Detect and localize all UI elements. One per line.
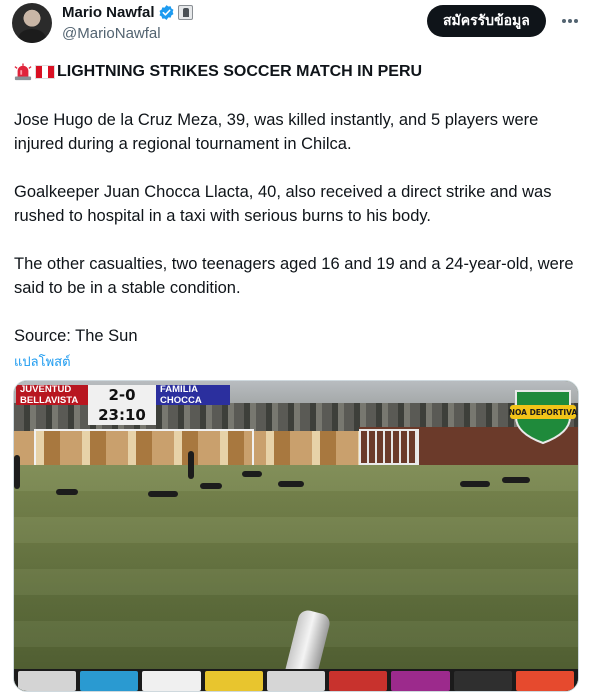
headline-text: LIGHTNING STRIKES SOCCER MATCH IN PERU	[57, 63, 423, 80]
peru-flag-emoji-icon	[35, 65, 55, 79]
verified-badge-icon	[159, 5, 173, 20]
fallen-player	[242, 471, 262, 477]
standing-player	[14, 455, 20, 489]
translate-post-link[interactable]: แปลโพสต์	[14, 351, 71, 372]
siren-emoji-icon	[14, 63, 32, 81]
video-media[interactable]: JUVENTUD BELLAVISTA 2-0 FAMILIA CHOCCA 2…	[13, 380, 579, 692]
author-handle[interactable]: @MarioNawfal	[62, 25, 161, 42]
tweet-paragraph: Goalkeeper Juan Chocca Llacta, 40, also …	[14, 183, 552, 225]
tweet-paragraph: Jose Hugo de la Cruz Meza, 39, was kille…	[14, 111, 539, 153]
tweet-paragraph: The other casualties, two teenagers aged…	[14, 255, 574, 297]
video-goal-post	[34, 429, 254, 469]
author-display-name[interactable]: Mario Nawfal	[62, 4, 155, 21]
tweet-source: Source: The Sun	[14, 327, 138, 345]
home-team-name: JUVENTUD BELLAVISTA	[16, 384, 88, 406]
away-team-name: FAMILIA CHOCCA	[156, 384, 230, 406]
match-score: 2-0	[88, 385, 156, 405]
avatar[interactable]	[12, 3, 52, 43]
fallen-player	[148, 491, 178, 497]
standing-player	[188, 451, 194, 479]
tweet-headline: LIGHTNING STRIKES SOCCER MATCH IN PERU	[14, 60, 580, 84]
scoreboard: JUVENTUD BELLAVISTA 2-0 FAMILIA CHOCCA	[16, 384, 230, 406]
fallen-player	[56, 489, 78, 495]
fallen-player	[502, 477, 530, 483]
broadcaster-logo-text: NOA DEPORTIVA	[509, 408, 578, 417]
broadcaster-logo-icon: NOA DEPORTIVA	[509, 390, 578, 445]
subscribe-button[interactable]: สมัครรับข้อมูล	[427, 5, 546, 37]
video-ad-boards	[14, 669, 578, 691]
more-options-icon[interactable]	[560, 11, 580, 31]
author-name-row: Mario Nawfal	[62, 4, 193, 21]
match-clock: 23:10	[88, 405, 156, 425]
tweet-text: LIGHTNING STRIKES SOCCER MATCH IN PERU J…	[14, 60, 580, 348]
affiliate-badge-icon[interactable]	[177, 5, 193, 20]
tweet-header: Mario Nawfal @MarioNawfal สมัครรับข้อมูล	[12, 3, 580, 45]
fallen-player	[278, 481, 304, 487]
video-gate	[359, 429, 419, 465]
fallen-player	[200, 483, 222, 489]
fallen-player	[460, 481, 490, 487]
